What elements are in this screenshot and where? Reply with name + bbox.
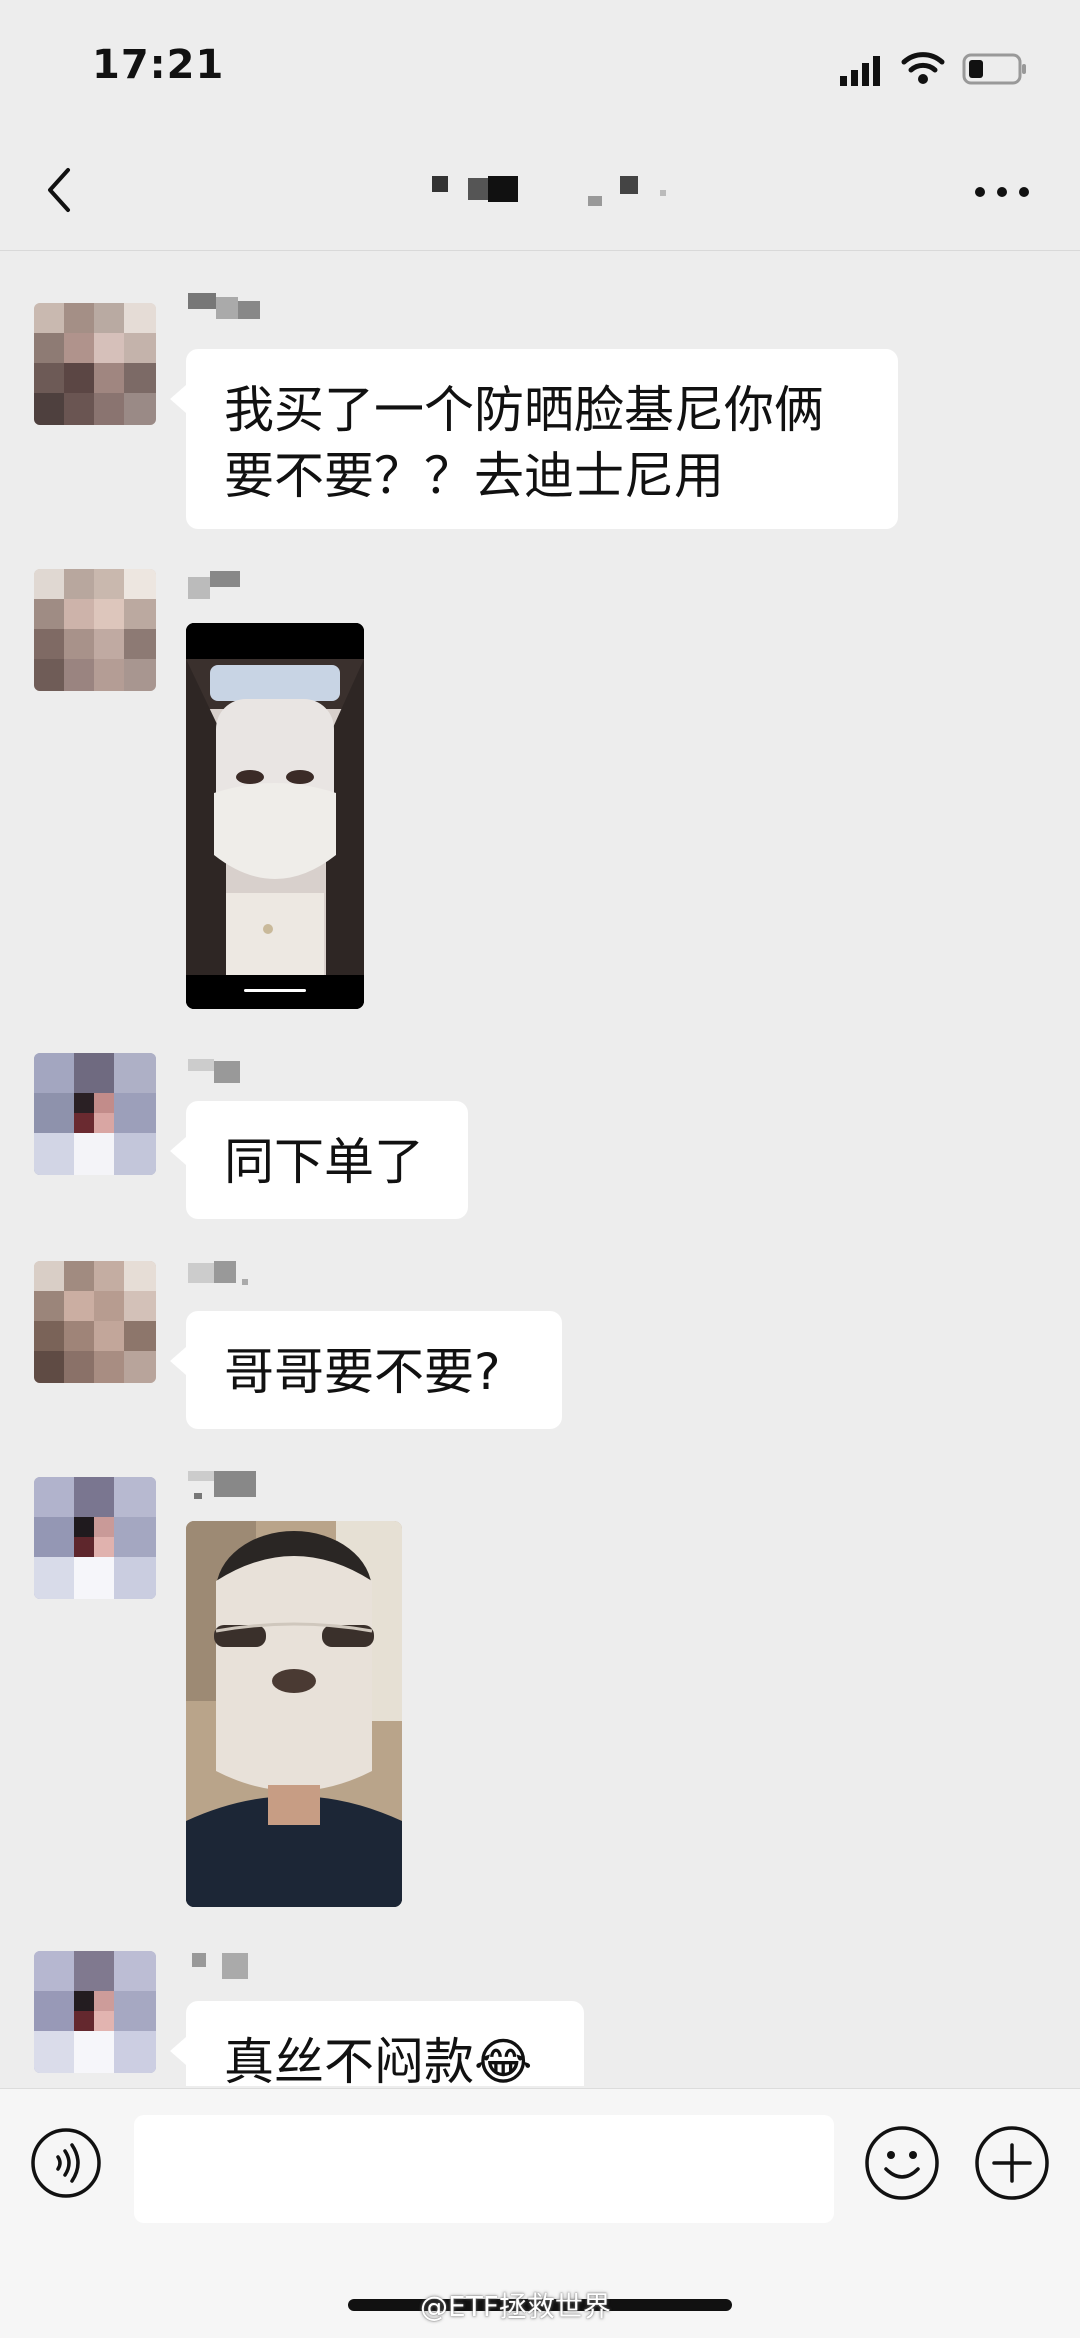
photo-message[interactable] — [186, 1521, 402, 1907]
message-bubble[interactable]: 我买了一个防晒脸基尼你俩 要不要？？去迪士尼用 — [170, 349, 898, 529]
message-input[interactable] — [134, 2115, 834, 2223]
sender-name-redacted — [188, 1471, 256, 1499]
more-icon[interactable] — [972, 182, 1032, 202]
battery-icon — [962, 53, 1026, 85]
plus-icon[interactable] — [974, 2125, 1050, 2201]
signal-icon — [840, 56, 880, 86]
avatar[interactable] — [34, 1477, 156, 1599]
wifi-icon — [901, 52, 945, 84]
sender-name-redacted — [188, 1059, 240, 1083]
avatar[interactable] — [34, 303, 156, 425]
photo-message[interactable] — [186, 623, 364, 1009]
watermark: @ETF拯救世界 — [420, 2290, 611, 2323]
voice-icon[interactable] — [30, 2127, 102, 2199]
status-bar: 17:21 — [0, 0, 1080, 130]
sender-name-redacted — [188, 293, 260, 319]
message-bubble[interactable]: 同下单了 — [170, 1101, 468, 1219]
sender-name-redacted — [192, 1953, 248, 1979]
nav-bar — [0, 130, 1080, 251]
status-time: 17:21 — [92, 42, 225, 88]
avatar[interactable] — [34, 1951, 156, 2073]
message-bubble[interactable]: 哥哥要不要? — [170, 1311, 562, 1429]
chevron-left-icon[interactable] — [40, 160, 80, 220]
avatar[interactable] — [34, 569, 156, 691]
sender-name-redacted — [188, 1261, 248, 1285]
avatar[interactable] — [34, 1261, 156, 1383]
sender-name-redacted — [188, 571, 240, 599]
chat-area[interactable]: 我买了一个防晒脸基尼你俩 要不要？？去迪士尼用 同下单了 哥哥要不要? 真丝不闷… — [0, 251, 1080, 2086]
avatar[interactable] — [34, 1053, 156, 1175]
chat-title-redacted — [432, 176, 666, 206]
emoji-icon[interactable] — [864, 2125, 940, 2201]
message-bubble[interactable]: 真丝不闷款😂 — [170, 2001, 584, 2086]
